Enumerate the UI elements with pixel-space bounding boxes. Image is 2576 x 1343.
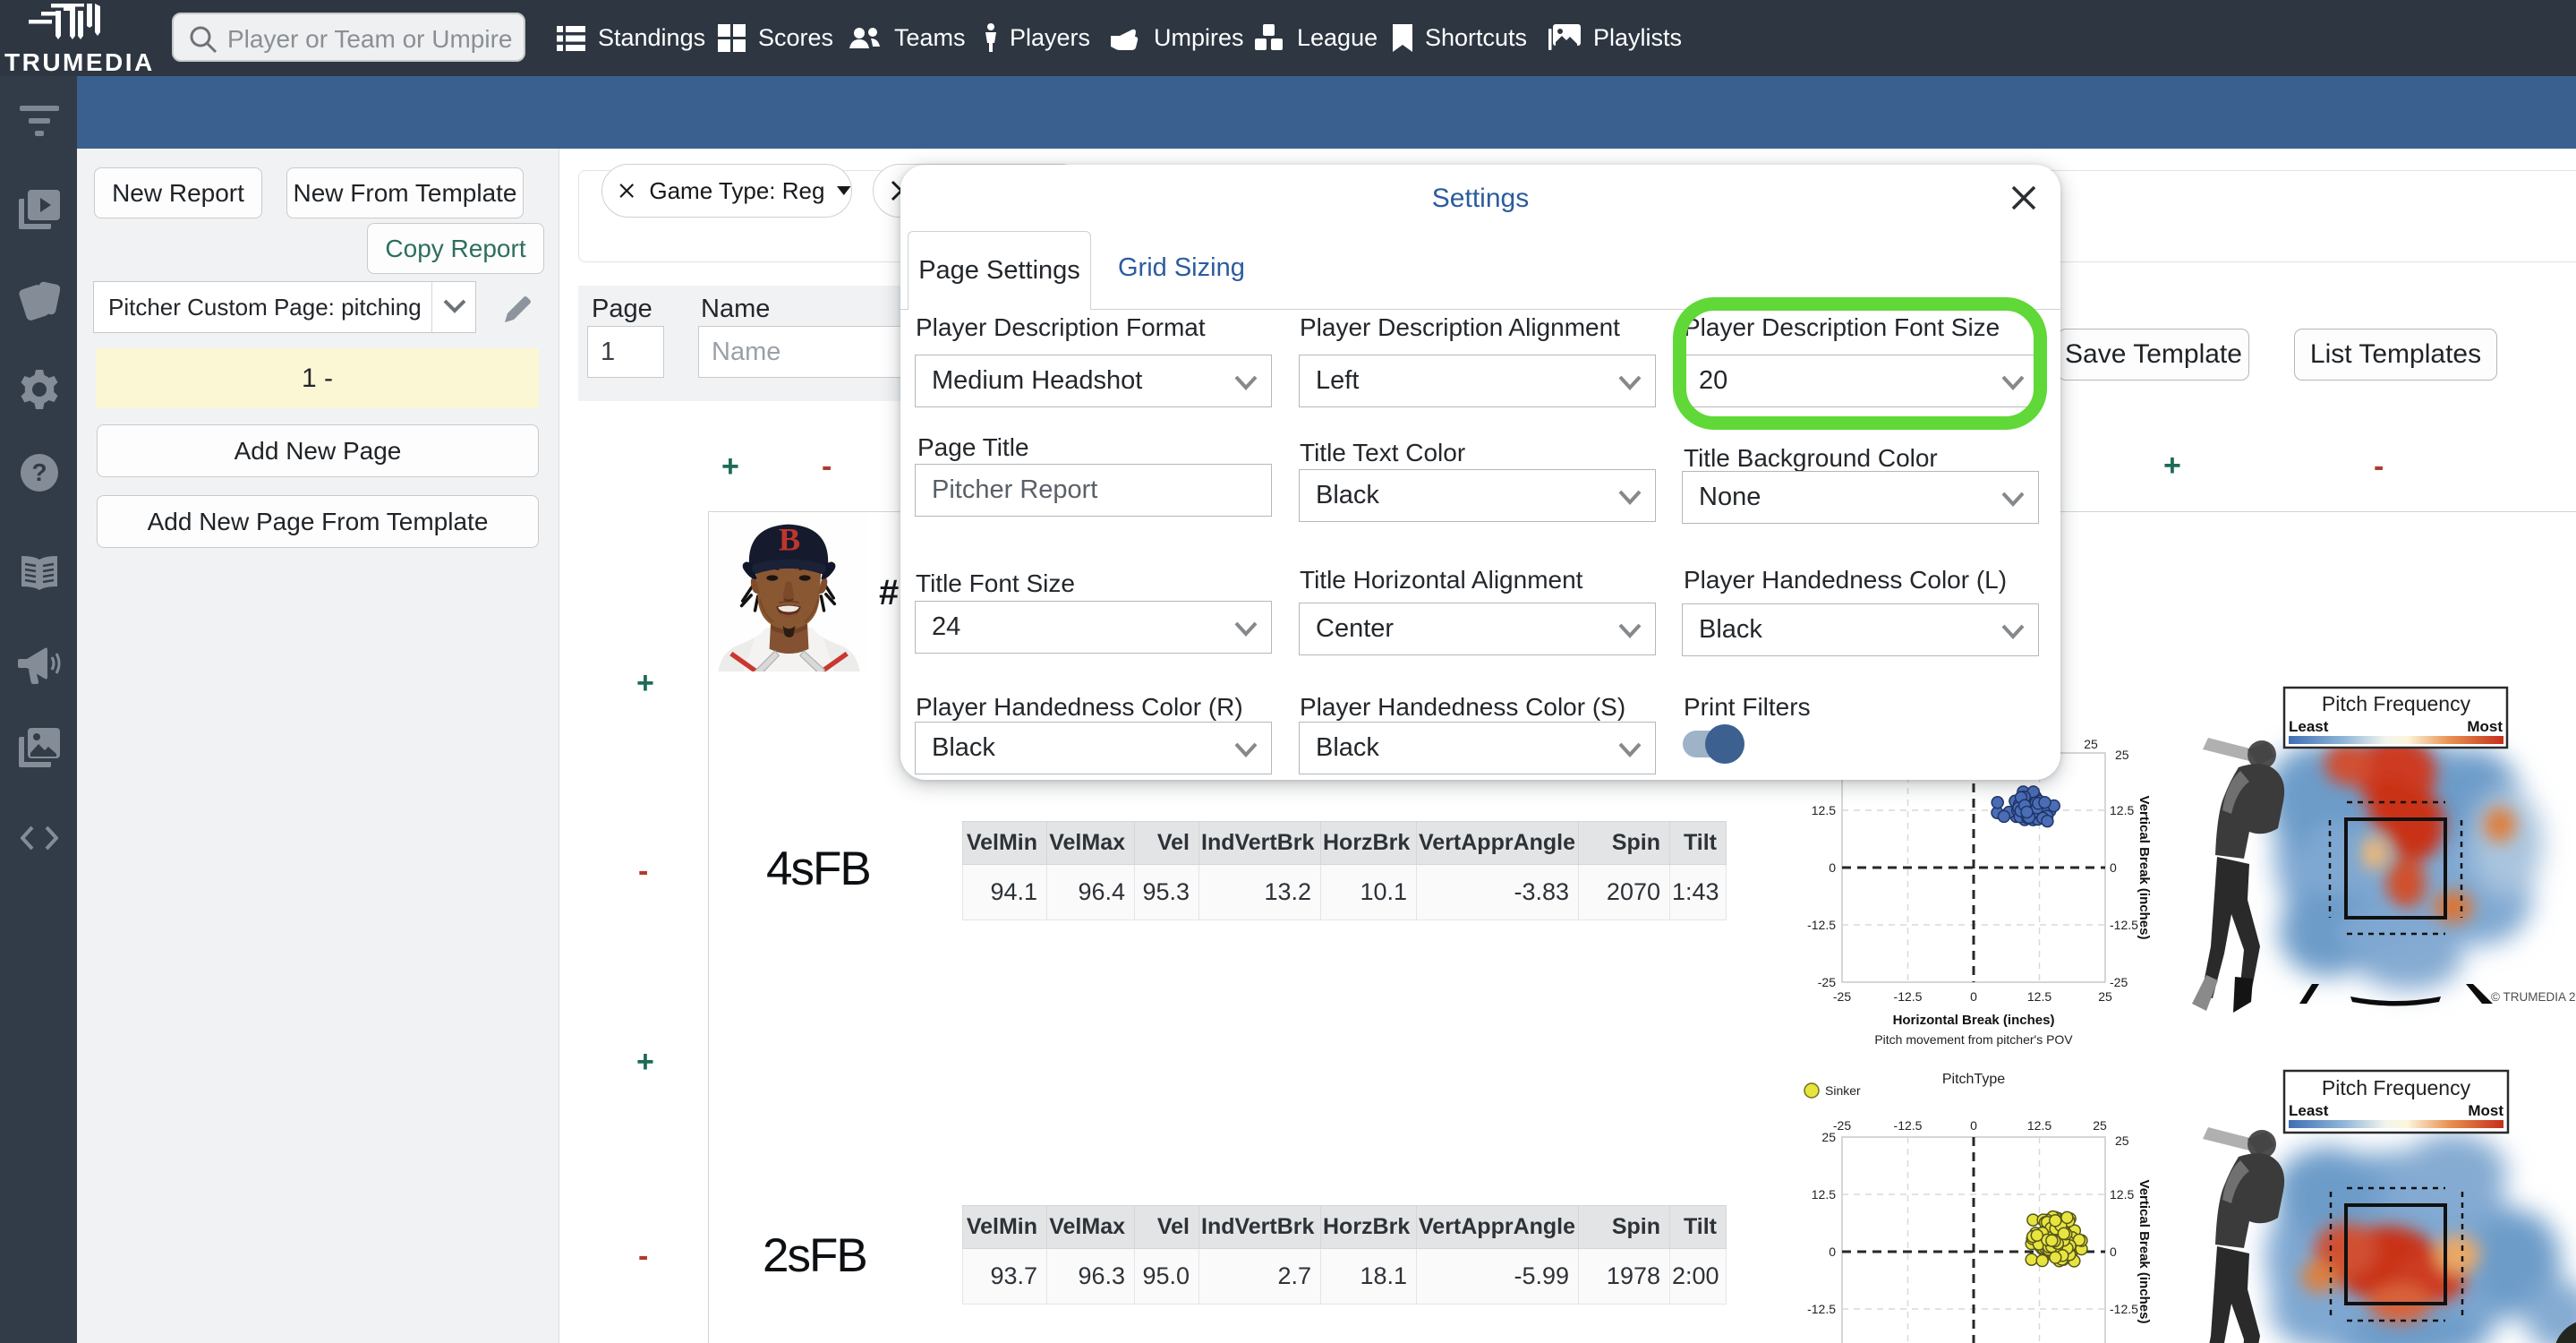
svg-text:25: 25 <box>1821 1130 1836 1144</box>
svg-text:-12.5: -12.5 <box>2110 918 2138 932</box>
svg-text:PitchType: PitchType <box>1942 1072 2005 1087</box>
svg-text:-25: -25 <box>2110 975 2128 989</box>
svg-text:?: ? <box>31 458 47 486</box>
svg-text:-25: -25 <box>1833 989 1851 1004</box>
svg-text:0: 0 <box>1970 1118 1977 1133</box>
svg-text:12.5: 12.5 <box>1812 803 1836 817</box>
svg-text:Pitch Frequency: Pitch Frequency <box>2322 692 2471 715</box>
svg-text:12.5: 12.5 <box>2110 803 2134 817</box>
svg-text:Horizontal Break (inches): Horizontal Break (inches) <box>1893 1013 2055 1028</box>
svg-text:0: 0 <box>1970 989 1977 1004</box>
svg-text:Least: Least <box>2289 718 2329 735</box>
svg-text:Pitch movement from pitcher's: Pitch movement from pitcher's POV <box>1874 1032 2073 1047</box>
svg-text:25: 25 <box>2115 1133 2129 1148</box>
svg-text:25: 25 <box>2084 737 2098 751</box>
svg-text:Pitch Frequency: Pitch Frequency <box>2322 1076 2471 1099</box>
svg-text:-12.5: -12.5 <box>1807 1302 1836 1316</box>
svg-text:0: 0 <box>1829 860 1836 875</box>
svg-text:-12.5: -12.5 <box>1894 989 1923 1004</box>
svg-text:-12.5: -12.5 <box>1894 1118 1923 1133</box>
svg-text:© TRUMEDIA 2024: © TRUMEDIA 2024 <box>2491 990 2576 1004</box>
svg-text:0: 0 <box>2110 860 2117 875</box>
svg-text:0: 0 <box>2110 1245 2117 1259</box>
svg-text:25: 25 <box>2093 1118 2107 1133</box>
svg-text:12.5: 12.5 <box>1812 1187 1836 1202</box>
svg-text:-25: -25 <box>1818 975 1836 989</box>
svg-text:Vertical Break (inches): Vertical Break (inches) <box>2137 1180 2152 1324</box>
svg-text:0: 0 <box>1829 1245 1836 1259</box>
svg-text:Most: Most <box>2467 718 2503 735</box>
svg-text:Sinker: Sinker <box>1825 1083 1861 1098</box>
svg-text:25: 25 <box>2115 748 2129 762</box>
svg-text:Vertical Break (inches): Vertical Break (inches) <box>2137 796 2152 940</box>
svg-text:-12.5: -12.5 <box>1807 918 1836 932</box>
svg-text:-12.5: -12.5 <box>2110 1302 2138 1316</box>
svg-text:12.5: 12.5 <box>2027 989 2051 1004</box>
svg-text:12.5: 12.5 <box>2027 1118 2051 1133</box>
svg-text:25: 25 <box>2098 989 2112 1004</box>
svg-text:Least: Least <box>2289 1102 2329 1119</box>
svg-text:12.5: 12.5 <box>2110 1187 2134 1202</box>
svg-text:B: B <box>779 522 800 558</box>
svg-text:Most: Most <box>2468 1102 2503 1119</box>
